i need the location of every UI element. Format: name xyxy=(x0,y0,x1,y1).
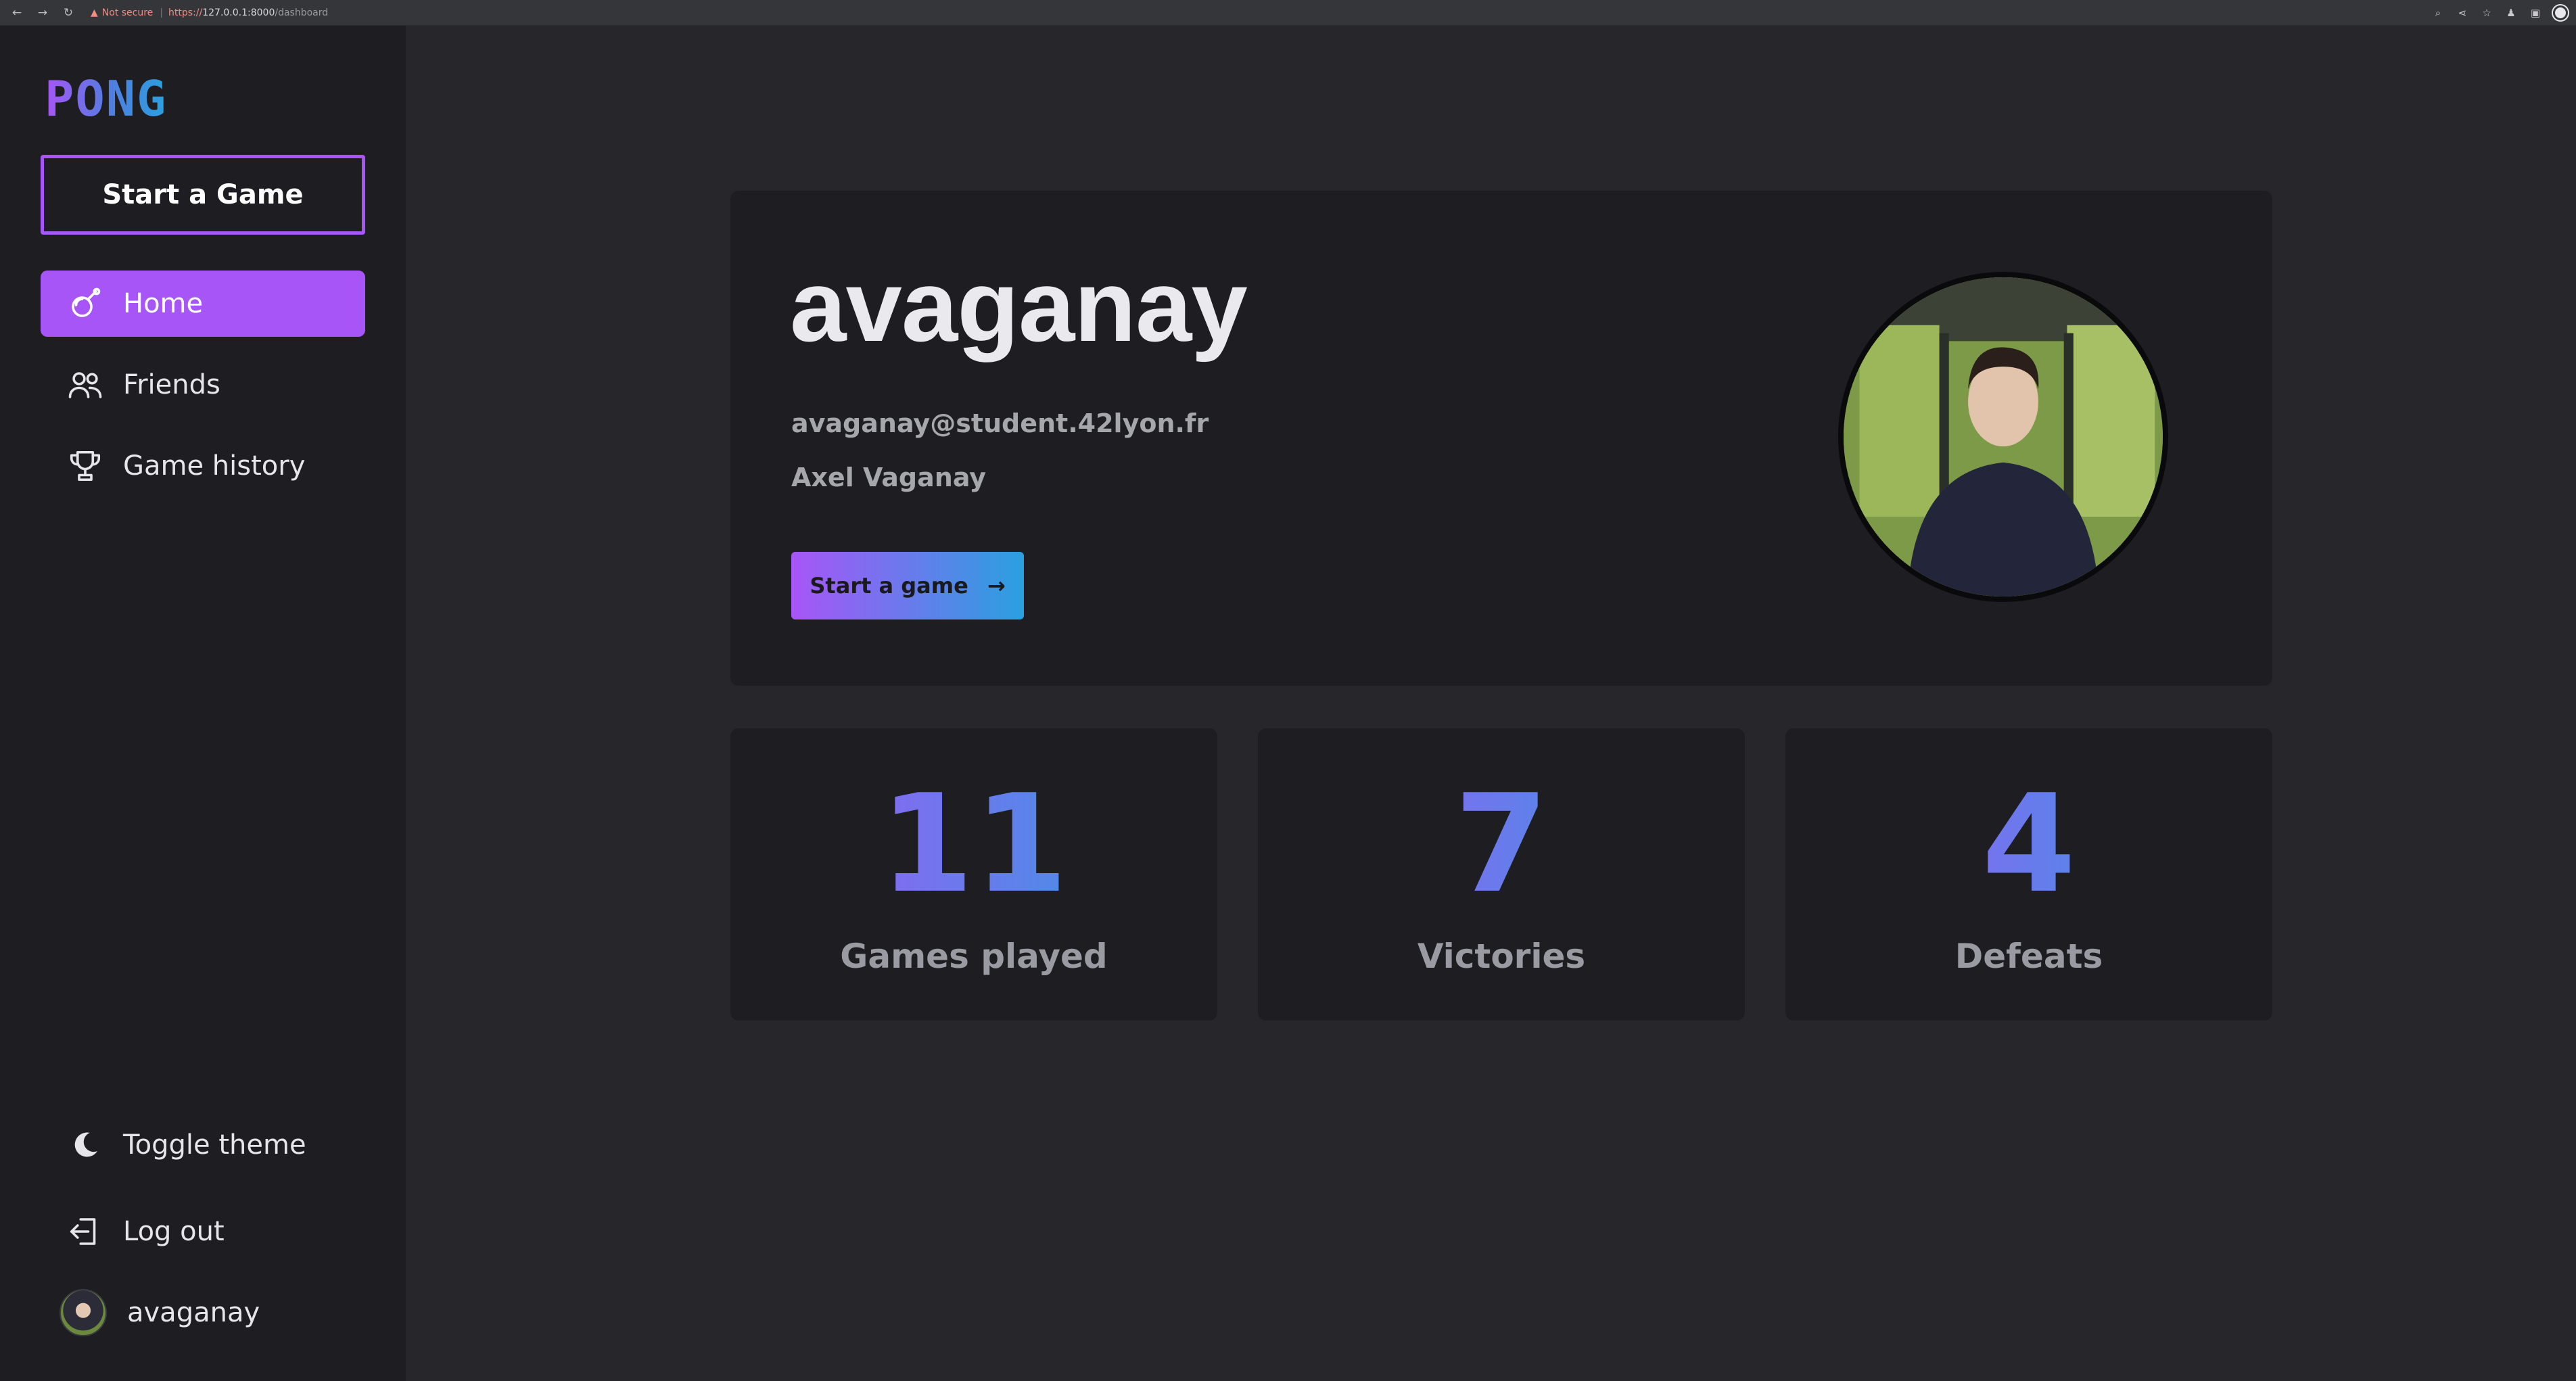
profile-email: avaganay@student.42lyon.fr xyxy=(791,408,1209,438)
profile-photo xyxy=(1844,277,2163,596)
url-host: 127.0.0.1:8000 xyxy=(202,7,275,18)
stat-card-defeats: 4 Defeats xyxy=(1785,728,2272,1021)
back-icon[interactable]: ← xyxy=(9,6,24,20)
start-game-label: Start a game xyxy=(810,573,968,599)
trophy-icon xyxy=(66,447,104,485)
start-game-button[interactable]: Start a game → xyxy=(791,552,1024,619)
stat-value: 7 xyxy=(1258,777,1745,912)
sidebar-item-home[interactable]: Home xyxy=(41,271,365,337)
url-path: /dashboard xyxy=(275,7,329,18)
page-title: avaganay xyxy=(790,249,1248,362)
sidebar-item-label: Game history xyxy=(123,450,306,482)
reload-icon[interactable]: ↻ xyxy=(61,6,76,20)
sidebar-item-game-history[interactable]: Game history xyxy=(41,433,365,499)
friends-icon xyxy=(66,366,104,404)
address-bar[interactable]: ▲ Not secure | https:// 127.0.0.1:8000 /… xyxy=(91,7,328,18)
not-secure-label: Not secure xyxy=(101,7,154,18)
browser-actions: ⌕ ⋖ ☆ ♟ ▣ xyxy=(2431,0,2568,26)
stat-value: 11 xyxy=(730,777,1217,912)
logout-button[interactable]: Log out xyxy=(41,1198,365,1265)
stat-label: Victories xyxy=(1417,937,1586,976)
stat-card-games-played: 11 Games played xyxy=(730,728,1217,1021)
stat-value: 4 xyxy=(1785,777,2272,912)
forward-icon[interactable]: → xyxy=(35,6,50,20)
profile-card: avaganay avaganay@student.42lyon.fr Axel… xyxy=(730,191,2272,686)
browser-nav: ← → ↻ xyxy=(9,6,76,20)
zoom-icon[interactable]: ⌕ xyxy=(2431,7,2445,19)
sidebar-item-label: Home xyxy=(123,288,204,319)
sidebar-item-friends[interactable]: Friends xyxy=(41,352,365,418)
profile-full-name: Axel Vaganay xyxy=(791,463,987,492)
arrow-right-icon: → xyxy=(987,573,1006,599)
browser-profile-icon[interactable] xyxy=(2553,5,2568,20)
logout-label: Log out xyxy=(123,1216,225,1247)
share-icon[interactable]: ⋖ xyxy=(2456,7,2469,19)
address-separator: | xyxy=(160,7,164,18)
avatar xyxy=(60,1289,107,1336)
stat-label: Defeats xyxy=(1954,937,2103,976)
sidebar: PONG Start a Game Home Friends Game hist… xyxy=(0,26,406,1381)
sidepanel-icon[interactable]: ▣ xyxy=(2529,7,2542,19)
toggle-theme-label: Toggle theme xyxy=(123,1129,306,1161)
extension-icon[interactable]: ♟ xyxy=(2504,7,2518,19)
sidebar-item-label: Friends xyxy=(123,369,220,400)
moon-icon xyxy=(66,1126,104,1164)
url-scheme: https:// xyxy=(168,7,203,18)
logout-icon xyxy=(66,1213,104,1250)
home-icon xyxy=(66,285,104,323)
star-icon[interactable]: ☆ xyxy=(2480,7,2493,19)
profile-link[interactable]: avaganay xyxy=(41,1280,365,1346)
warning-icon: ▲ xyxy=(91,7,98,18)
profile-avatar xyxy=(1838,272,2168,602)
toggle-theme-button[interactable]: Toggle theme xyxy=(41,1112,365,1178)
stat-label: Games played xyxy=(840,937,1108,976)
browser-toolbar: ← → ↻ ▲ Not secure | https:// 127.0.0.1:… xyxy=(0,0,2576,26)
stat-card-victories: 7 Victories xyxy=(1258,728,1745,1021)
logo[interactable]: PONG xyxy=(45,70,167,127)
start-a-game-button[interactable]: Start a Game xyxy=(41,155,365,235)
profile-username: avaganay xyxy=(127,1297,260,1328)
